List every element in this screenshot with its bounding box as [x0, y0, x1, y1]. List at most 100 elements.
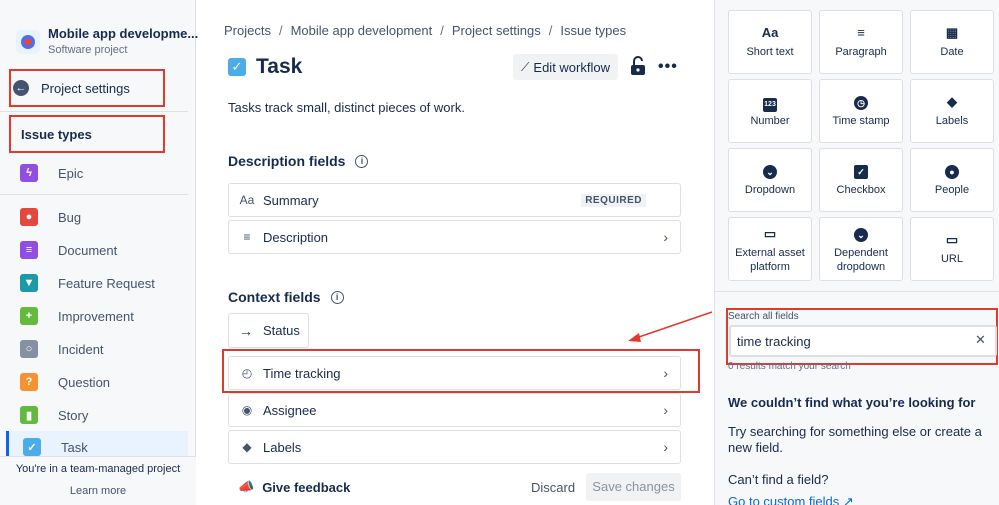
sidebar-item-improvement[interactable]: + Improvement [20, 305, 134, 327]
chevron-right-icon: › [663, 229, 668, 245]
field-status[interactable]: → Status [228, 313, 309, 348]
arrow-left-icon: ← [13, 80, 29, 96]
breadcrumb: Projects / Mobile app development / Proj… [224, 23, 626, 38]
project-header[interactable]: Mobile app developme... Software project [16, 26, 198, 58]
field-summary[interactable]: Aa Summary REQUIRED [228, 183, 681, 217]
search-input[interactable] [729, 325, 997, 357]
sidebar-item-label: Improvement [58, 308, 134, 324]
description-fields-title: Description fields [228, 153, 346, 169]
field-type-short-text[interactable]: Aa Short text [728, 10, 812, 74]
footer-bar: 📣 Give feedback Discard Save changes [196, 470, 714, 505]
sidebar-item-story[interactable]: ▮ Story [20, 404, 88, 426]
sidebar-item-incident[interactable]: ○ Incident [20, 338, 104, 360]
sidebar-item-label: Task [61, 439, 88, 455]
field-type-labels[interactable]: ◆ Labels [910, 79, 994, 143]
workflow-icon: ⟋ [521, 59, 530, 74]
field-type-label: URL [940, 253, 963, 265]
url-icon: ▭ [945, 232, 959, 247]
breadcrumb-project[interactable]: Mobile app development [291, 23, 433, 38]
field-type-label: People [934, 184, 970, 196]
field-type-time-stamp[interactable]: ◷ Time stamp [819, 79, 903, 143]
sidebar-footer: You're in a team-managed project Learn m… [0, 456, 196, 505]
field-label: Assignee [263, 402, 317, 418]
sidebar-item-question[interactable]: ? Question [20, 371, 110, 393]
chevron-right-icon: › [663, 439, 668, 455]
cant-find-text: Can’t find a field? [728, 472, 829, 487]
field-type-dropdown[interactable]: ⌄ Dropdown [728, 148, 812, 212]
more-options-icon[interactable]: ••• [658, 58, 678, 76]
bookmark-icon: ▮ [20, 406, 38, 424]
sidebar-item-bug[interactable]: ● Bug [20, 206, 81, 228]
field-type-checkbox[interactable]: ✓ Checkbox [819, 148, 903, 212]
issue-type-description: Tasks track small, distinct pieces of wo… [228, 100, 465, 115]
breadcrumb-settings[interactable]: Project settings [452, 23, 541, 38]
sidebar-item-epic[interactable]: ϟ Epic [20, 162, 83, 184]
save-changes-button[interactable]: Save changes [586, 473, 681, 501]
info-icon[interactable]: i [355, 154, 369, 168]
sidebar-item-label: Document [58, 242, 118, 258]
field-type-dependent-dropdown[interactable]: ⌄ Dependent dropdown [819, 217, 903, 281]
field-labels[interactable]: ◆ Labels › [228, 430, 681, 464]
checkbox-icon: ✓ [820, 163, 902, 183]
tag-icon: ◆ [242, 440, 252, 454]
info-icon[interactable]: i [330, 290, 344, 304]
dependent-dropdown-icon: ⌄ [820, 226, 902, 246]
give-feedback-button[interactable]: 📣 Give feedback [238, 479, 350, 495]
calendar-icon: ▦ [945, 25, 959, 40]
discard-button[interactable]: Discard [531, 480, 575, 495]
sidebar-item-label: Question [58, 374, 111, 390]
check-icon: ✓ [23, 438, 41, 456]
field-type-paragraph[interactable]: ≡ Paragraph [819, 10, 903, 74]
page-title-row: ✓ Task [228, 55, 302, 79]
field-type-number[interactable]: 123 Number [728, 79, 812, 143]
breadcrumb-separator: / [440, 23, 444, 38]
breadcrumb-projects[interactable]: Projects [224, 23, 271, 38]
lines-icon: ≡ [243, 230, 251, 244]
chevron-right-icon: › [663, 402, 668, 418]
divider [715, 291, 999, 292]
tag-icon: ◆ [947, 94, 957, 109]
field-description[interactable]: ≡ Description › [228, 220, 681, 254]
project-logo-icon [21, 35, 35, 49]
context-fields-heading: Context fields i [228, 289, 344, 305]
field-type-label: Paragraph [835, 46, 887, 58]
field-type-date[interactable]: ▦ Date [910, 10, 994, 74]
field-type-external-asset-platform[interactable]: ▭ External asset platform [728, 217, 812, 281]
edit-workflow-button[interactable]: ⟋ Edit workflow [513, 54, 618, 80]
sidebar: Mobile app developme... Software project… [0, 0, 198, 505]
divider [0, 111, 188, 112]
not-found-title: We couldn’t find what you’re looking for [728, 395, 976, 410]
breadcrumb-separator: / [548, 23, 553, 38]
sidebar-item-feature-request[interactable]: ▼ Feature Request [20, 272, 155, 294]
back-to-project-settings[interactable]: ← Project settings [9, 69, 165, 107]
field-type-label: Short text [746, 46, 794, 58]
field-type-url[interactable]: ▭ URL [910, 217, 994, 281]
arrow-right-icon: → [239, 322, 253, 339]
not-found-text: Try searching for something else or crea… [728, 424, 982, 455]
field-assignee[interactable]: ◉ Assignee › [228, 393, 681, 427]
close-icon[interactable]: ✕ [975, 332, 986, 348]
dropdown-icon: ⌄ [729, 163, 811, 183]
people-icon: ● [911, 163, 993, 183]
lightning-icon: ϟ [20, 164, 38, 182]
field-type-people[interactable]: ● People [910, 148, 994, 212]
issue-types-heading: Issue types [9, 115, 165, 153]
field-label: Labels [263, 439, 302, 455]
sidebar-item-label: Feature Request [58, 275, 155, 291]
field-type-label: Time stamp [832, 115, 890, 127]
field-type-label: Dropdown [744, 184, 796, 196]
sidebar-item-document[interactable]: ≡ Document [20, 239, 117, 261]
breadcrumb-issue-types[interactable]: Issue types [560, 23, 626, 38]
monitor-icon: ▭ [763, 226, 777, 241]
learn-more-link[interactable]: Learn more [0, 485, 196, 497]
unlock-icon[interactable] [630, 56, 646, 76]
clock-icon: ◷ [820, 94, 902, 114]
incident-icon: ○ [20, 340, 38, 358]
field-label: Summary [263, 192, 319, 208]
edit-workflow-label: Edit workflow [533, 59, 610, 75]
bug-icon: ● [20, 208, 38, 226]
page-title: Task [256, 55, 303, 78]
go-to-custom-fields-link[interactable]: Go to custom fields ↗ [728, 494, 854, 505]
text-icon: Aa [239, 193, 255, 207]
field-label: Description [263, 229, 329, 245]
